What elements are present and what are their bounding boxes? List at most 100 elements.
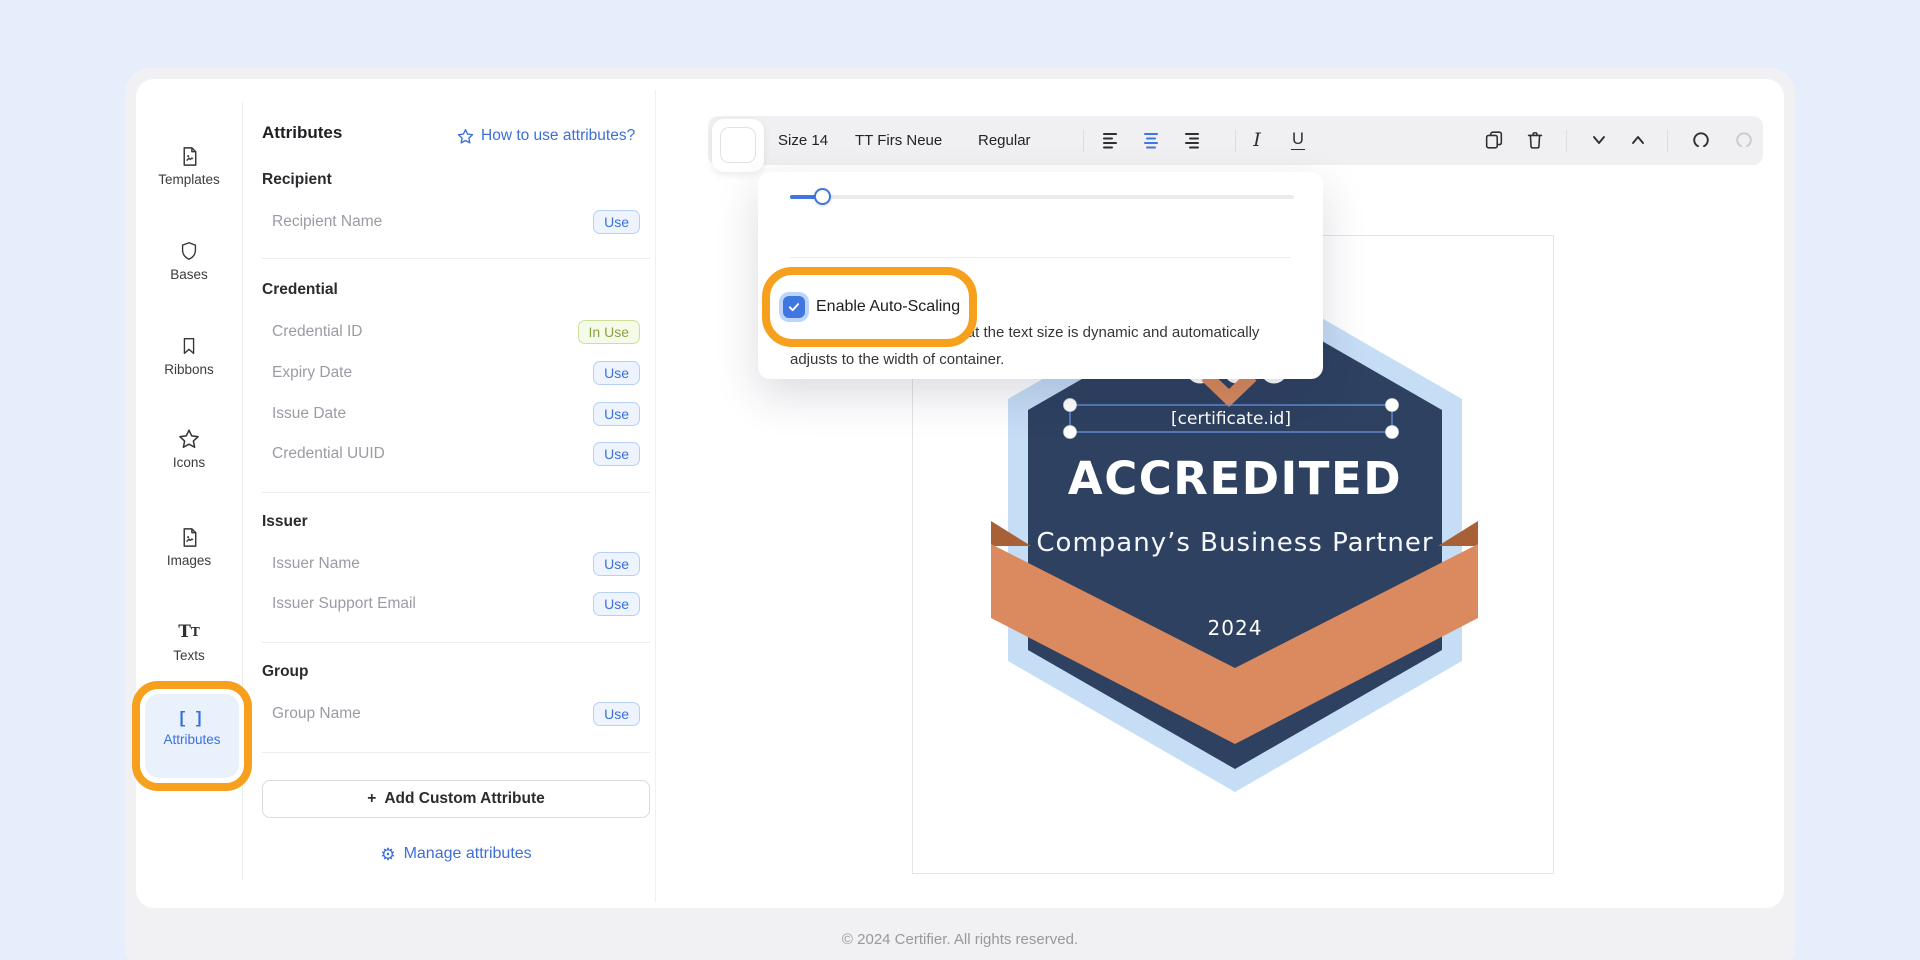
italic-icon: I [1253,129,1261,151]
section-divider [262,492,650,493]
toolbar-separator [1083,130,1084,152]
attribute-name: Recipient Name [272,213,382,231]
attribute-row: Issuer Support Email Use [262,591,650,617]
trash-icon [1524,129,1546,151]
font-family-dropdown[interactable]: TT Firs Neue [855,132,942,149]
italic-button[interactable]: I [1246,129,1268,151]
in-use-badge: In Use [578,320,640,344]
footer-copyright: © 2024 Certifier. All rights reserved. [0,931,1920,948]
use-button[interactable]: Use [593,442,640,466]
document-image-icon [134,143,244,169]
undo-icon [1690,129,1712,151]
gear-icon: ⚙ [380,846,395,863]
sidebar-item-images[interactable]: Images [134,524,244,568]
manage-attributes-link[interactable]: ⚙ Manage attributes [262,845,650,863]
align-right-button[interactable] [1181,129,1203,151]
attribute-row: Issuer Name Use [262,551,650,577]
sidebar-item-attributes[interactable]: [ ] Attributes [145,694,239,778]
sidebar-item-label: Attributes [145,732,239,747]
underline-icon: U [1291,130,1305,150]
attribute-row: Issue Date Use [262,401,650,427]
sidebar-item-label: Ribbons [134,362,244,377]
attribute-name: Issuer Support Email [272,595,416,613]
sidebar-item-label: Icons [134,455,244,470]
chevron-down-icon [1589,130,1609,150]
redo-button[interactable] [1733,129,1755,151]
duplicate-button[interactable] [1483,129,1505,151]
attribute-row: Credential ID In Use [262,319,650,345]
document-image-icon [134,524,244,550]
align-left-button[interactable] [1099,129,1121,151]
brackets-icon: [ ] [179,708,204,728]
badge-title: ACCREDITED [1068,452,1402,505]
undo-button[interactable] [1690,129,1712,151]
section-title-credential: Credential [262,281,338,299]
section-divider [262,258,650,259]
bookmark-icon [134,333,244,359]
use-button[interactable]: Use [593,702,640,726]
move-up-button[interactable] [1627,129,1649,151]
redo-icon [1733,129,1755,151]
sidebar-item-label: Bases [134,267,244,282]
section-title-recipient: Recipient [262,171,332,189]
use-button[interactable]: Use [593,402,640,426]
help-link-label: How to use attributes? [481,127,635,145]
star-icon [134,426,244,452]
align-left-icon [1100,130,1120,150]
use-button[interactable]: Use [593,210,640,234]
attribute-row: Recipient Name Use [262,209,650,235]
toolbar-separator [1667,130,1668,152]
delete-button[interactable] [1524,129,1546,151]
size-slider[interactable] [790,195,1294,199]
duplicate-icon [1483,129,1505,151]
attribute-name: Credential ID [272,323,362,341]
font-size-dropdown[interactable]: Size 14 [778,132,828,149]
color-swatch-button[interactable] [720,127,756,163]
move-down-button[interactable] [1588,129,1610,151]
underline-button[interactable]: U [1287,129,1309,151]
attribute-name: Issue Date [272,405,346,423]
sidebar-item-ribbons[interactable]: Ribbons [134,333,244,377]
use-button[interactable]: Use [593,361,640,385]
sidebar-item-templates[interactable]: Templates [134,143,244,187]
attribute-name: Credential UUID [272,445,385,463]
attributes-panel-divider [655,90,656,902]
check-icon [787,300,801,314]
sidebar-item-bases[interactable]: Bases [134,238,244,282]
chevron-up-icon [1628,130,1648,150]
star-icon [457,128,474,145]
auto-scaling-label: Enable Auto-Scaling [816,298,960,316]
font-weight-dropdown[interactable]: Regular [978,132,1031,149]
attribute-row: Group Name Use [262,701,650,727]
align-center-icon [1141,130,1161,150]
align-right-icon [1182,130,1202,150]
add-custom-attribute-label: Add Custom Attribute [384,790,544,808]
sidebar-item-label: Images [134,553,244,568]
sidebar-item-icons[interactable]: Icons [134,426,244,470]
section-title-group: Group [262,663,309,681]
certificate-id-text[interactable]: [certificate.id] [1171,409,1291,429]
attribute-row: Expiry Date Use [262,360,650,386]
attributes-panel-title: Attributes [262,123,342,143]
plus-icon: + [367,790,376,808]
sidebar-item-label: Templates [134,172,244,187]
badge-year: 2024 [1208,616,1263,640]
popup-divider [790,257,1291,258]
badge-subtitle: Company’s Business Partner [1036,528,1433,558]
add-custom-attribute-button[interactable]: + Add Custom Attribute [262,780,650,818]
auto-scaling-checkbox[interactable] [783,296,805,318]
use-button[interactable]: Use [593,552,640,576]
text-icon: TT [134,619,244,645]
sidebar-item-texts[interactable]: TT Texts [134,619,244,663]
use-button[interactable]: Use [593,592,640,616]
slider-handle[interactable] [814,188,831,205]
section-divider [262,752,650,753]
section-title-issuer: Issuer [262,513,308,531]
attribute-name: Issuer Name [272,555,360,573]
align-center-button[interactable] [1140,129,1162,151]
color-swatch-wrap [712,119,764,172]
text-settings-popup: The auto-scaling means that the text siz… [758,172,1323,379]
toolbar-separator [1235,130,1236,152]
how-to-use-attributes-link[interactable]: How to use attributes? [457,127,635,145]
shield-icon [134,238,244,264]
